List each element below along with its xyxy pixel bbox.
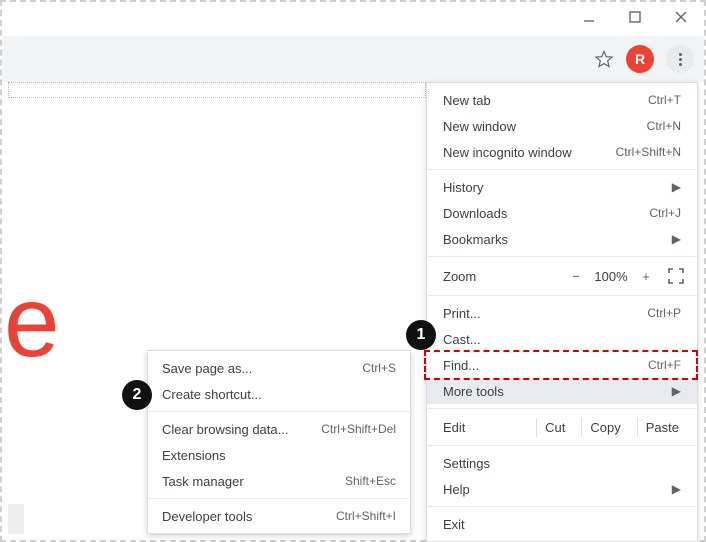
menu-more-tools[interactable]: More tools ▶ [427, 378, 697, 404]
profile-avatar[interactable]: R [626, 45, 654, 73]
logo-fragment: e [4, 272, 60, 372]
menu-separator [427, 169, 697, 170]
menu-item-label: Extensions [162, 448, 396, 463]
maximize-button[interactable] [626, 8, 644, 26]
menu-item-shortcut: Ctrl+S [362, 361, 396, 375]
menu-item-label: Task manager [162, 474, 345, 489]
zoom-value: 100% [589, 269, 633, 284]
submenu-developer-tools[interactable]: Developer tools Ctrl+Shift+I [148, 503, 410, 529]
submenu-save-page[interactable]: Save page as... Ctrl+S [148, 355, 410, 381]
menu-separator [427, 408, 697, 409]
edit-cut-button[interactable]: Cut [536, 418, 573, 437]
menu-item-label: Create shortcut... [162, 387, 396, 402]
submenu-clear-browsing-data[interactable]: Clear browsing data... Ctrl+Shift+Del [148, 416, 410, 442]
annotation-badge-1: 1 [406, 320, 436, 350]
menu-separator [427, 295, 697, 296]
menu-item-label: More tools [443, 384, 668, 399]
menu-new-window[interactable]: New window Ctrl+N [427, 113, 697, 139]
menu-item-shortcut: Ctrl+N [647, 119, 681, 133]
menu-item-shortcut: Shift+Esc [345, 474, 396, 488]
menu-item-label: Print... [443, 306, 647, 321]
submenu-arrow-icon: ▶ [672, 482, 681, 496]
annotation-badge-2: 2 [122, 380, 152, 410]
menu-find[interactable]: Find... Ctrl+F [427, 352, 697, 378]
menu-separator [148, 498, 410, 499]
menu-item-label: History [443, 180, 668, 195]
submenu-create-shortcut[interactable]: Create shortcut... [148, 381, 410, 407]
overflow-menu-button[interactable] [666, 45, 694, 73]
submenu-arrow-icon: ▶ [672, 180, 681, 194]
menu-bookmarks[interactable]: Bookmarks ▶ [427, 226, 697, 252]
window-controls [580, 8, 690, 26]
menu-item-label: Settings [443, 456, 681, 471]
menu-item-label: Exit [443, 517, 681, 532]
zoom-label: Zoom [443, 269, 563, 284]
submenu-extensions[interactable]: Extensions [148, 442, 410, 468]
menu-help[interactable]: Help ▶ [427, 476, 697, 502]
menu-item-label: Cast... [443, 332, 681, 347]
zoom-out-button[interactable]: − [563, 269, 589, 284]
menu-new-incognito[interactable]: New incognito window Ctrl+Shift+N [427, 139, 697, 165]
menu-separator [427, 256, 697, 257]
fullscreen-icon [668, 268, 684, 284]
fullscreen-button[interactable] [665, 267, 687, 285]
menu-item-shortcut: Ctrl+F [648, 358, 681, 372]
avatar-letter: R [635, 51, 645, 67]
menu-separator [148, 411, 410, 412]
menu-item-label: New incognito window [443, 145, 616, 160]
menu-history[interactable]: History ▶ [427, 174, 697, 200]
kebab-dot-icon [679, 58, 682, 61]
menu-item-label: Bookmarks [443, 232, 668, 247]
menu-cast[interactable]: Cast... [427, 326, 697, 352]
bookmark-star-button[interactable] [594, 49, 614, 69]
chrome-main-menu: New tab Ctrl+T New window Ctrl+N New inc… [426, 82, 698, 542]
menu-item-shortcut: Ctrl+Shift+Del [321, 422, 396, 436]
edit-paste-button[interactable]: Paste [637, 418, 687, 437]
ui-fragment [8, 504, 24, 534]
more-tools-submenu: Save page as... Ctrl+S Create shortcut..… [147, 350, 411, 534]
menu-item-shortcut: Ctrl+J [649, 206, 681, 220]
menu-item-label: Clear browsing data... [162, 422, 321, 437]
menu-print[interactable]: Print... Ctrl+P [427, 300, 697, 326]
edit-copy-button[interactable]: Copy [581, 418, 628, 437]
kebab-dot-icon [679, 53, 682, 56]
tabstrip-placeholder [8, 82, 426, 98]
close-button[interactable] [672, 8, 690, 26]
menu-item-label: Downloads [443, 206, 649, 221]
menu-settings[interactable]: Settings [427, 450, 697, 476]
menu-edit-row: Edit Cut Copy Paste [427, 413, 697, 441]
kebab-dot-icon [679, 63, 682, 66]
menu-item-shortcut: Ctrl+Shift+I [336, 509, 396, 523]
menu-exit[interactable]: Exit [427, 511, 697, 537]
zoom-in-button[interactable]: + [633, 269, 659, 284]
maximize-icon [628, 10, 642, 24]
close-icon [674, 10, 688, 24]
menu-item-shortcut: Ctrl+T [648, 93, 681, 107]
menu-item-label: New window [443, 119, 647, 134]
edit-label: Edit [443, 420, 528, 435]
submenu-task-manager[interactable]: Task manager Shift+Esc [148, 468, 410, 494]
star-icon [594, 49, 614, 69]
menu-item-label: Help [443, 482, 668, 497]
menu-separator [427, 506, 697, 507]
menu-item-label: Find... [443, 358, 648, 373]
window-titlebar [2, 2, 704, 36]
menu-downloads[interactable]: Downloads Ctrl+J [427, 200, 697, 226]
menu-separator [427, 445, 697, 446]
submenu-arrow-icon: ▶ [672, 232, 681, 246]
minimize-icon [582, 10, 596, 24]
submenu-arrow-icon: ▶ [672, 384, 681, 398]
minimize-button[interactable] [580, 8, 598, 26]
menu-item-shortcut: Ctrl+P [647, 306, 681, 320]
chrome-window: R e New tab Ctrl+T New window Ctrl+N New… [0, 0, 706, 542]
menu-item-label: Developer tools [162, 509, 336, 524]
browser-toolbar: R [2, 36, 704, 82]
menu-item-label: Save page as... [162, 361, 362, 376]
menu-item-label: New tab [443, 93, 648, 108]
menu-item-shortcut: Ctrl+Shift+N [616, 145, 681, 159]
menu-zoom-row: Zoom − 100% + [427, 261, 697, 291]
menu-new-tab[interactable]: New tab Ctrl+T [427, 87, 697, 113]
